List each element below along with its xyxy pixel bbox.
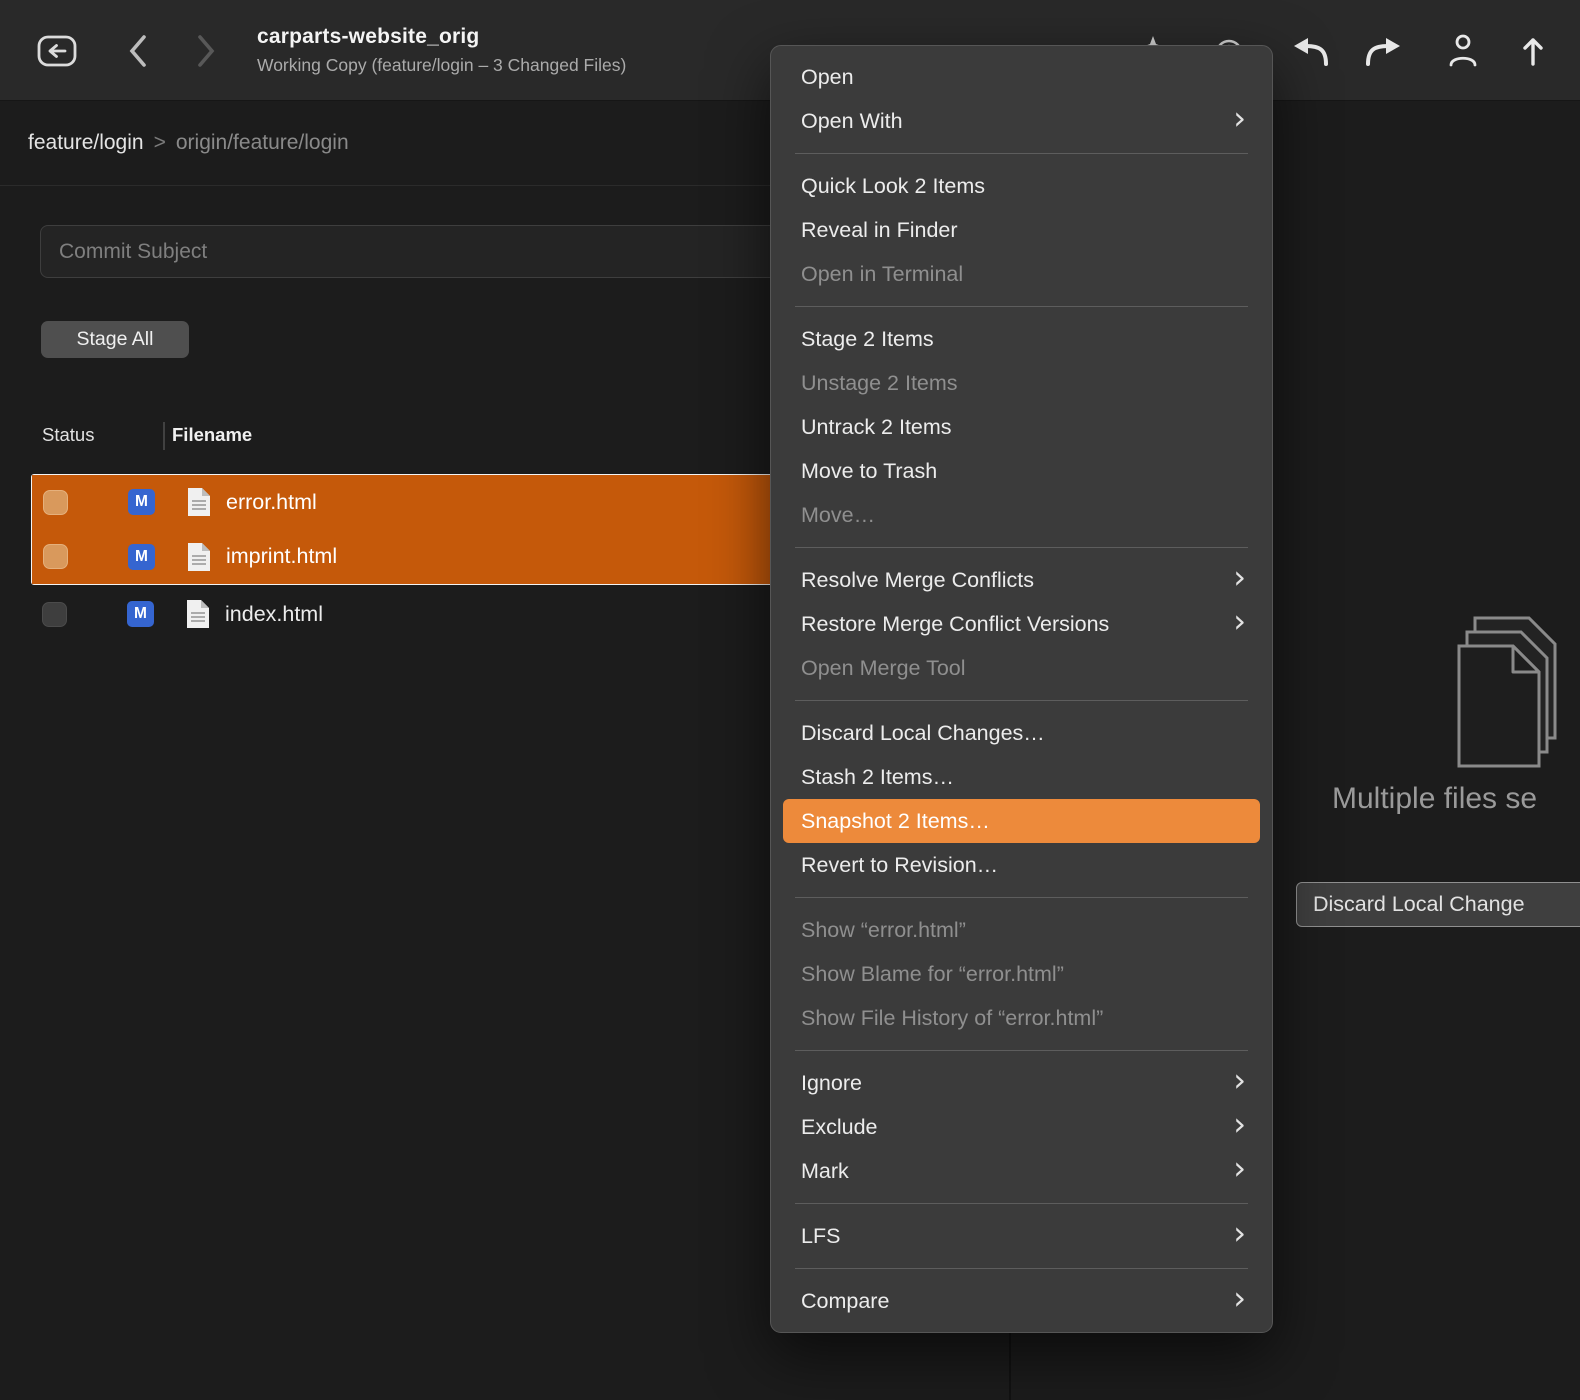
submenu-chevron-icon: › — [1233, 561, 1246, 593]
menu-separator — [795, 547, 1248, 548]
column-divider[interactable] — [163, 422, 165, 450]
status-badge-modified: M — [128, 544, 155, 570]
menu-separator — [795, 1268, 1248, 1269]
chevron-right-icon — [194, 33, 218, 69]
menu-item-mark[interactable]: Mark› — [783, 1149, 1260, 1193]
menu-item-discard-local-changes[interactable]: Discard Local Changes… — [783, 711, 1260, 755]
forward-button[interactable] — [194, 33, 218, 74]
menu-item-untrack-2-items[interactable]: Untrack 2 Items — [783, 405, 1260, 449]
status-badge-modified: M — [128, 489, 155, 515]
column-header-filename[interactable]: Filename — [172, 424, 252, 446]
menu-item-open-with[interactable]: Open With› — [783, 99, 1260, 143]
breadcrumb-branch[interactable]: feature/login — [28, 131, 144, 155]
menu-item-compare[interactable]: Compare› — [783, 1279, 1260, 1323]
multiple-files-message: Multiple files se — [1332, 782, 1537, 816]
menu-item-exclude[interactable]: Exclude› — [783, 1105, 1260, 1149]
arrow-up-icon — [1519, 33, 1547, 69]
menu-item-snapshot-2-items[interactable]: Snapshot 2 Items… — [783, 799, 1260, 843]
curved-arrow-left-icon — [1290, 36, 1330, 68]
menu-item-open-merge-tool: Open Merge Tool — [783, 646, 1260, 690]
menu-separator — [795, 897, 1248, 898]
menu-item-unstage-2-items: Unstage 2 Items — [783, 361, 1260, 405]
submenu-chevron-icon: › — [1233, 1064, 1246, 1096]
submenu-chevron-icon: › — [1233, 605, 1246, 637]
menu-item-resolve-merge-conflicts[interactable]: Resolve Merge Conflicts› — [783, 558, 1260, 602]
menu-separator — [795, 1203, 1248, 1204]
menu-item-move-to-trash[interactable]: Move to Trash — [783, 449, 1260, 493]
discard-local-changes-button[interactable]: Discard Local Change — [1296, 882, 1580, 927]
window-title-block: carparts-website_orig Working Copy (feat… — [257, 25, 626, 76]
submenu-chevron-icon: › — [1233, 102, 1246, 134]
submenu-chevron-icon: › — [1233, 1282, 1246, 1314]
breadcrumb-remote[interactable]: origin/feature/login — [176, 131, 349, 155]
menu-item-stage-2-items[interactable]: Stage 2 Items — [783, 317, 1260, 361]
window-subtitle: Working Copy (feature/login – 3 Changed … — [257, 55, 626, 76]
commit-author-button[interactable] — [1447, 33, 1479, 74]
document-icon — [186, 542, 212, 572]
stash-toolbar-button[interactable] — [1364, 36, 1404, 73]
menu-separator — [795, 153, 1248, 154]
filename-label: index.html — [225, 602, 323, 627]
push-button[interactable] — [1519, 33, 1547, 74]
menu-item-move: Move… — [783, 493, 1260, 537]
stage-checkbox[interactable] — [42, 602, 67, 627]
working-copy-toggle-button[interactable] — [36, 30, 78, 72]
menu-item-open-in-terminal: Open in Terminal — [783, 252, 1260, 296]
app-window: carparts-website_orig Working Copy (feat… — [0, 0, 1580, 1400]
document-icon — [185, 599, 211, 629]
discard-toolbar-button[interactable] — [1290, 36, 1330, 73]
column-header-status[interactable]: Status — [42, 424, 94, 446]
stage-checkbox[interactable] — [43, 544, 68, 569]
menu-item-revert-to-revision[interactable]: Revert to Revision… — [783, 843, 1260, 887]
stage-all-button[interactable]: Stage All — [41, 321, 189, 358]
menu-item-open[interactable]: Open — [783, 55, 1260, 99]
submenu-chevron-icon: › — [1233, 1217, 1246, 1249]
person-icon — [1447, 33, 1479, 69]
submenu-chevron-icon: › — [1233, 1108, 1246, 1140]
menu-item-ignore[interactable]: Ignore› — [783, 1061, 1260, 1105]
menu-item-quick-look[interactable]: Quick Look 2 Items — [783, 164, 1260, 208]
stage-checkbox[interactable] — [43, 490, 68, 515]
menu-item-reveal-in-finder[interactable]: Reveal in Finder — [783, 208, 1260, 252]
submenu-chevron-icon: › — [1233, 1152, 1246, 1184]
return-arrow-icon — [36, 30, 78, 72]
menu-item-lfs[interactable]: LFS› — [783, 1214, 1260, 1258]
menu-item-show-file-history: Show File History of “error.html” — [783, 996, 1260, 1040]
back-button[interactable] — [126, 33, 150, 74]
document-icon — [186, 487, 212, 517]
menu-separator — [795, 700, 1248, 701]
filename-label: error.html — [226, 490, 317, 515]
filename-label: imprint.html — [226, 544, 337, 569]
context-menu: Open Open With› Quick Look 2 Items Revea… — [770, 45, 1273, 1333]
menu-item-restore-merge-conflict-versions[interactable]: Restore Merge Conflict Versions› — [783, 602, 1260, 646]
status-badge-modified: M — [127, 601, 154, 627]
multiple-files-icon — [1443, 612, 1571, 776]
menu-item-stash-2-items[interactable]: Stash 2 Items… — [783, 755, 1260, 799]
curved-arrow-right-icon — [1364, 36, 1404, 68]
menu-separator — [795, 306, 1248, 307]
menu-item-show-blame: Show Blame for “error.html” — [783, 952, 1260, 996]
menu-separator — [795, 1050, 1248, 1051]
window-title: carparts-website_orig — [257, 25, 626, 49]
menu-item-show-file: Show “error.html” — [783, 908, 1260, 952]
breadcrumb-separator-icon: > — [154, 131, 166, 155]
chevron-left-icon — [126, 33, 150, 69]
